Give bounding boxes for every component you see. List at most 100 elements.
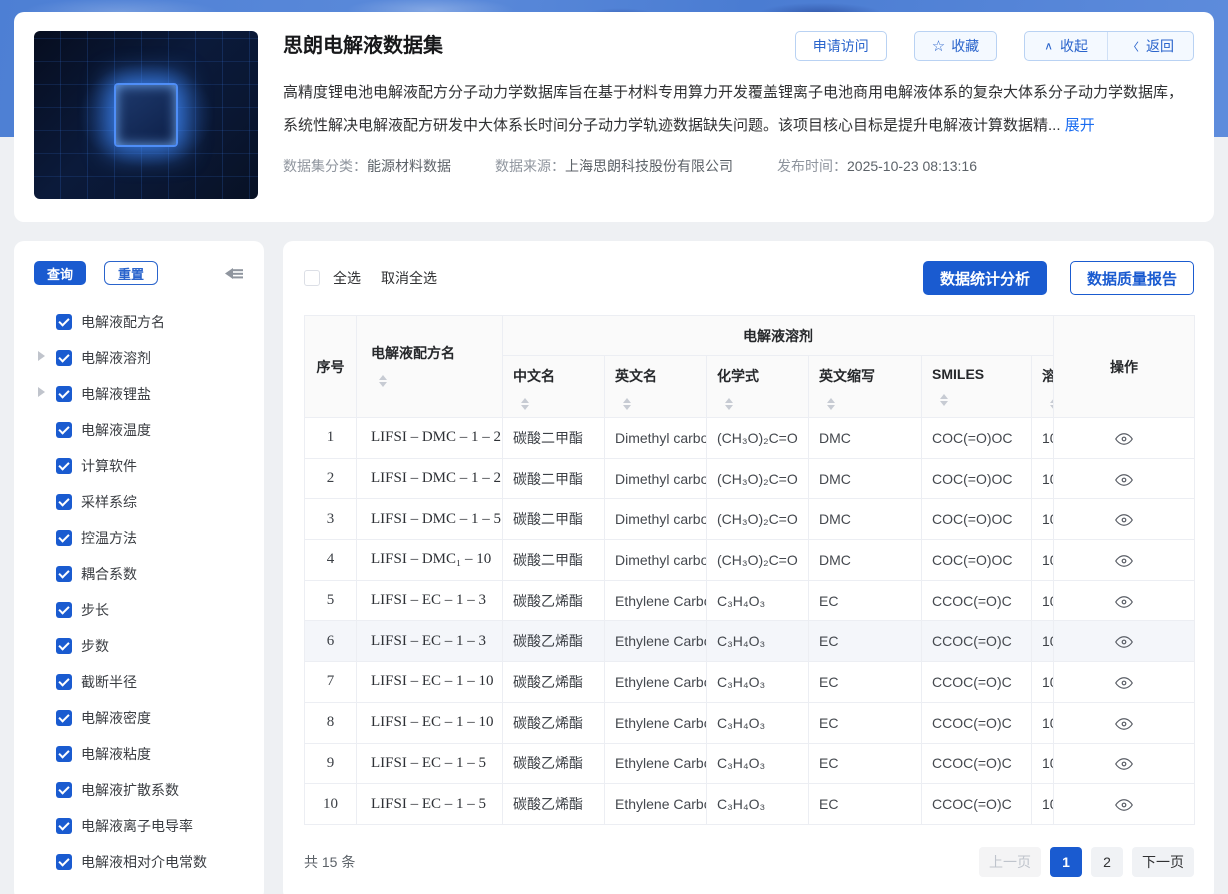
table-cell: LIFSI – DMC – 1 – 5 <box>357 499 503 540</box>
view-icon[interactable] <box>1115 592 1133 608</box>
view-icon[interactable] <box>1115 430 1133 446</box>
filter-checkbox[interactable] <box>56 638 72 654</box>
collapse-sidebar-icon[interactable] <box>225 266 244 281</box>
table-cell: COC(=O)OC <box>922 458 1032 499</box>
sidebar-filter-item[interactable]: 电解液配方名 <box>34 311 244 332</box>
filter-label: 电解液密度 <box>81 708 151 728</box>
prev-page-button[interactable]: 上一页 <box>979 847 1041 877</box>
filter-checkbox[interactable] <box>56 818 72 834</box>
col-header-index[interactable]: 序号 <box>305 316 357 418</box>
meta-source-value: 上海思朗科技股份有限公司 <box>565 158 733 174</box>
collapse-button[interactable]: ∧收起 <box>1025 32 1107 60</box>
view-icon[interactable] <box>1115 755 1133 771</box>
view-icon[interactable] <box>1115 796 1133 812</box>
filter-checkbox[interactable] <box>56 530 72 546</box>
page-button-1[interactable]: 1 <box>1050 847 1082 877</box>
filter-checkbox[interactable] <box>56 350 72 366</box>
sidebar-filter-item[interactable]: 步长 <box>34 599 244 620</box>
dataset-meta-row: 数据集分类：能源材料数据 数据来源：上海思朗科技股份有限公司 发布时间：2025… <box>283 156 1194 176</box>
reset-button[interactable]: 重置 <box>104 261 158 285</box>
sidebar-filter-item[interactable]: 电解液温度 <box>34 419 244 440</box>
filter-checkbox[interactable] <box>56 386 72 402</box>
back-button[interactable]: 〈返回 <box>1108 32 1193 60</box>
sidebar-filter-item[interactable]: 电解液相对介电常数 <box>34 851 244 872</box>
sidebar-filter-item[interactable]: 电解液离子电导率 <box>34 815 244 836</box>
filter-checkbox[interactable] <box>56 710 72 726</box>
col-subheader[interactable]: 英文缩写 <box>809 356 922 418</box>
filter-checkbox[interactable] <box>56 494 72 510</box>
favorite-label: 收藏 <box>951 36 979 56</box>
expand-link[interactable]: 展开 <box>1065 117 1095 134</box>
deselect-all-link[interactable]: 取消全选 <box>381 268 437 288</box>
view-icon[interactable] <box>1115 511 1133 527</box>
table-cell: C₃H₄O₃ <box>707 662 809 703</box>
select-all-link[interactable]: 全选 <box>333 268 361 288</box>
sort-icon[interactable] <box>519 394 531 414</box>
filter-checkbox[interactable] <box>56 854 72 870</box>
view-icon[interactable] <box>1115 715 1133 731</box>
expand-arrow-icon[interactable] <box>38 351 50 361</box>
filter-checkbox[interactable] <box>56 458 72 474</box>
sort-icon[interactable] <box>723 394 735 414</box>
favorite-button[interactable]: ☆收藏 <box>914 31 997 61</box>
table-cell: 碳酸乙烯酯 <box>503 743 605 784</box>
sidebar-filter-item[interactable]: 计算软件 <box>34 455 244 476</box>
col-header-formula[interactable]: 电解液配方名 <box>357 316 503 418</box>
statistics-analysis-button[interactable]: 数据统计分析 <box>923 261 1047 295</box>
filter-checkbox[interactable] <box>56 674 72 690</box>
sidebar-filter-item[interactable]: 电解液扩散系数 <box>34 779 244 800</box>
filter-checkbox[interactable] <box>56 314 72 330</box>
filter-checkbox[interactable] <box>56 602 72 618</box>
sidebar-filter-item[interactable]: 电解液溶剂 <box>34 347 244 368</box>
row-actions-cell <box>1054 540 1195 581</box>
filter-checkbox[interactable] <box>56 746 72 762</box>
query-button[interactable]: 查询 <box>34 261 86 285</box>
table-cell: 6 <box>305 621 357 662</box>
sidebar-filter-item[interactable]: 电解液粘度 <box>34 743 244 764</box>
filter-label: 电解液粘度 <box>81 744 151 764</box>
meta-category-value: 能源材料数据 <box>367 158 451 174</box>
sort-icon[interactable] <box>621 394 633 414</box>
data-quality-report-button[interactable]: 数据质量报告 <box>1070 261 1194 295</box>
filter-checkbox[interactable] <box>56 566 72 582</box>
sidebar-filter-item[interactable]: 控温方法 <box>34 527 244 548</box>
table-cell: C₃H₄O₃ <box>707 621 809 662</box>
collapse-label: 收起 <box>1060 36 1088 56</box>
col-subheader[interactable]: 化学式 <box>707 356 809 418</box>
filter-label: 耦合系数 <box>81 564 137 584</box>
sidebar-filter-item[interactable]: 截断半径 <box>34 671 244 692</box>
sidebar-filter-item[interactable]: 采样系综 <box>34 491 244 512</box>
table-cell: 100 <box>1032 621 1054 662</box>
filter-label: 步数 <box>81 636 109 656</box>
filter-checkbox[interactable] <box>56 782 72 798</box>
pagination: 上一页 12 下一页 <box>979 847 1194 877</box>
filter-label: 电解液配方名 <box>81 312 165 332</box>
page-button-2[interactable]: 2 <box>1091 847 1123 877</box>
sidebar-filter-item[interactable]: 耦合系数 <box>34 563 244 584</box>
table-cell: DMC <box>809 499 922 540</box>
sort-icon[interactable] <box>825 394 837 414</box>
view-icon[interactable] <box>1115 674 1133 690</box>
apply-access-button[interactable]: 申请访问 <box>795 31 887 61</box>
col-subheader[interactable]: 英文名 <box>605 356 707 418</box>
next-page-button[interactable]: 下一页 <box>1132 847 1194 877</box>
expand-arrow-icon[interactable] <box>38 387 50 397</box>
sidebar-filter-item[interactable]: 步数 <box>34 635 244 656</box>
col-subheader[interactable]: 中文名 <box>503 356 605 418</box>
col-subheader[interactable]: 溶 <box>1032 356 1054 418</box>
col-header-actions: 操作 <box>1054 316 1195 418</box>
table-cell: 100 <box>1032 418 1054 459</box>
col-subheader[interactable]: SMILES <box>922 356 1032 418</box>
sidebar-filter-item[interactable]: 电解液锂盐 <box>34 383 244 404</box>
view-icon[interactable] <box>1115 552 1133 568</box>
sort-icon[interactable] <box>377 371 389 391</box>
table-cell: 5 <box>305 580 357 621</box>
sort-icon[interactable] <box>938 390 950 410</box>
filter-checkbox[interactable] <box>56 422 72 438</box>
sidebar-filter-item[interactable]: 电解液密度 <box>34 707 244 728</box>
table-cell: C₃H₄O₃ <box>707 580 809 621</box>
filter-label: 控温方法 <box>81 528 137 548</box>
select-all-checkbox[interactable] <box>304 270 320 286</box>
view-icon[interactable] <box>1115 470 1133 486</box>
view-icon[interactable] <box>1115 633 1133 649</box>
